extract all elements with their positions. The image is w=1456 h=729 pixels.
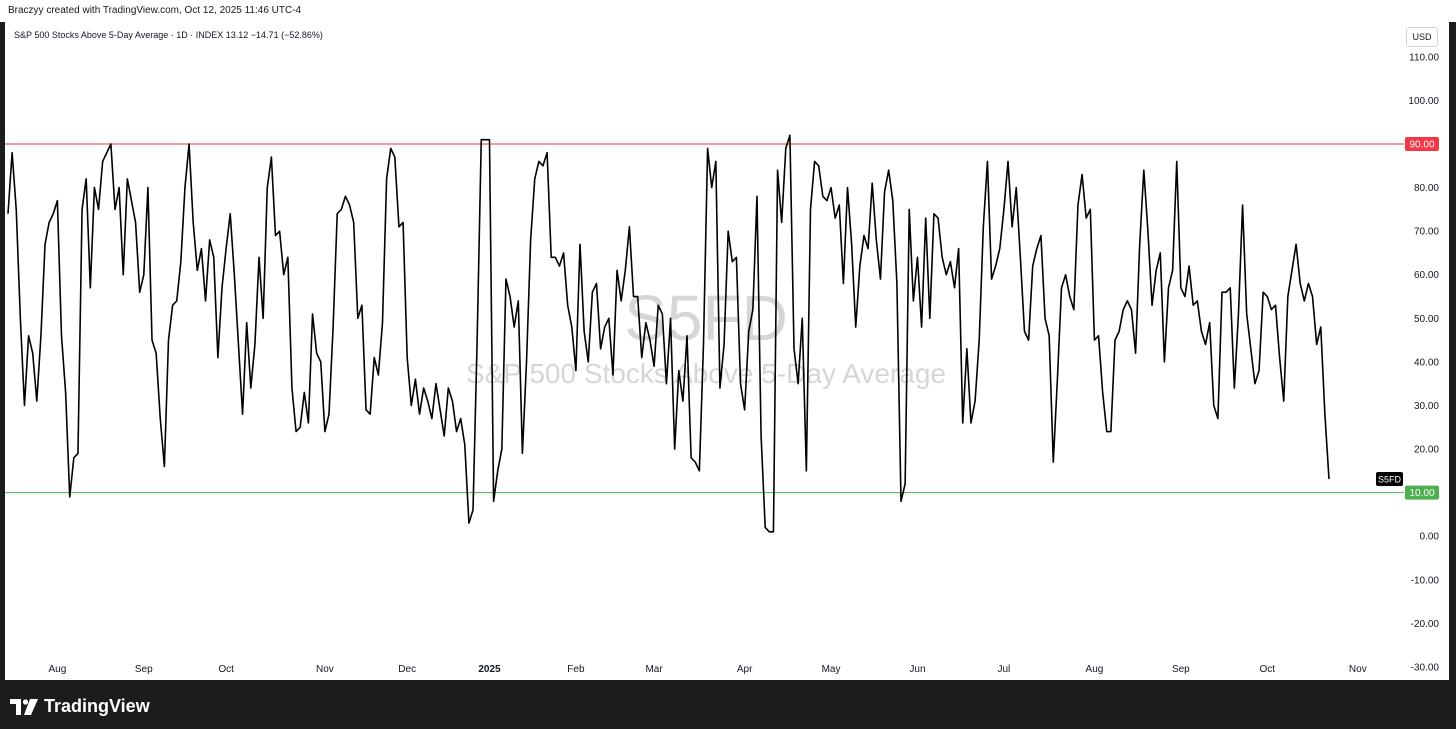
x-tick-label: Dec: [398, 664, 416, 675]
x-tick-label: Jun: [909, 664, 925, 675]
hline-badge-label: 90.00: [1409, 140, 1434, 151]
x-tick-label: Apr: [737, 664, 753, 675]
watermark: S5FD S&P 500 Stocks Above 5-Day Average: [466, 282, 946, 389]
x-tick-label: 2025: [478, 664, 501, 675]
tradingview-brand: TradingView: [44, 696, 150, 716]
y-tick-label: 80.00: [1414, 183, 1439, 194]
y-tick-label: 50.00: [1414, 314, 1439, 325]
y-tick-label: 40.00: [1414, 357, 1439, 368]
x-tick-label: May: [822, 664, 841, 675]
y-tick-label: 20.00: [1414, 445, 1439, 456]
watermark-symbol: S5FD: [624, 282, 788, 354]
x-tick-label: Mar: [645, 664, 663, 675]
symbol-legend[interactable]: S&P 500 Stocks Above 5-Day Average · 1D …: [14, 30, 323, 40]
tradingview-logo-icon: [10, 698, 38, 715]
y-tick-label: 110.00: [1409, 52, 1439, 63]
y-tick-label: 30.00: [1414, 401, 1439, 412]
currency-button[interactable]: USD: [1406, 27, 1438, 47]
y-tick-label: 100.00: [1408, 96, 1439, 107]
x-tick-label: Nov: [316, 664, 334, 675]
y-tick-label: -10.00: [1411, 575, 1440, 586]
x-tick-label: Aug: [1086, 664, 1104, 675]
y-tick-label: 70.00: [1414, 227, 1439, 238]
hline-badge-label: 10.00: [1409, 488, 1434, 499]
x-tick-label: Oct: [1259, 664, 1275, 675]
x-tick-label: Jul: [997, 664, 1010, 675]
y-tick-label: 0.00: [1420, 532, 1440, 543]
y-tick-label: 60.00: [1414, 270, 1439, 281]
y-tick-label: -30.00: [1411, 662, 1440, 673]
x-tick-label: Feb: [567, 664, 585, 675]
x-tick-label: Sep: [1172, 664, 1190, 675]
footer-bar: [0, 684, 1456, 729]
tradingview-logo[interactable]: TradingView: [10, 696, 150, 717]
x-axis[interactable]: Aug Sep Oct Nov Dec 2025 Feb Mar Apr May Jun Jul Aug…: [48, 664, 1366, 675]
x-tick-label: Nov: [1349, 664, 1367, 675]
x-tick-label: Sep: [135, 664, 153, 675]
chart-svg[interactable]: S5FD S&P 500 Stocks Above 5-Day Average …: [0, 0, 1456, 684]
x-tick-label: Aug: [48, 664, 66, 675]
symbol-badge-label: S5FD: [1378, 475, 1402, 485]
x-tick-label: Oct: [218, 664, 234, 675]
y-tick-label: -20.00: [1411, 619, 1440, 630]
watermark-name: S&P 500 Stocks Above 5-Day Average: [466, 358, 946, 389]
